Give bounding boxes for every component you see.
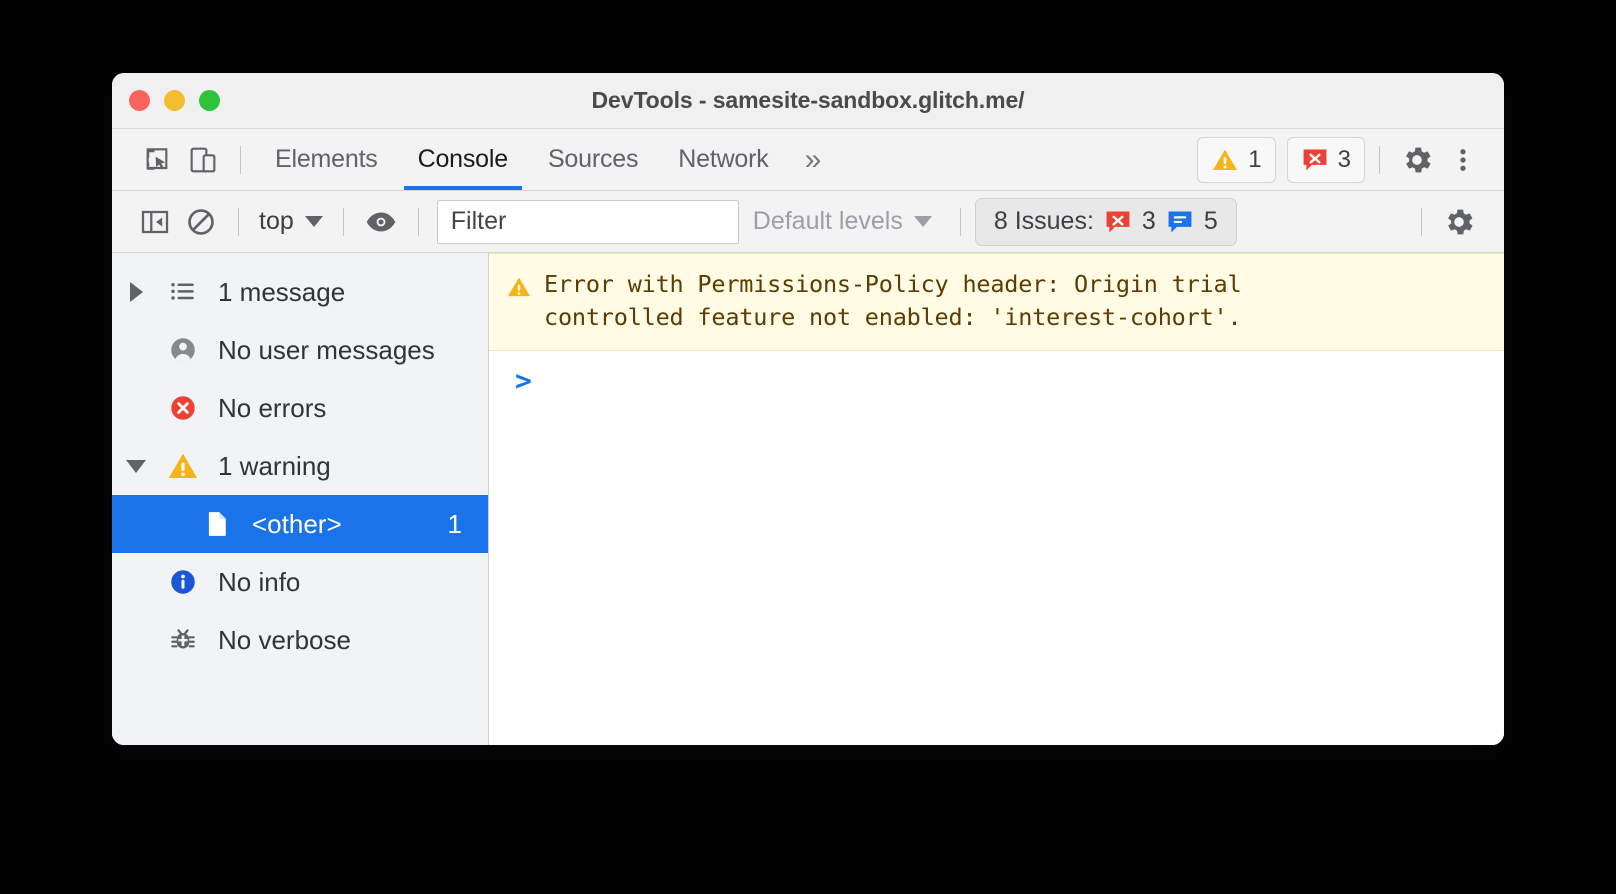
filter-placeholder-text: Filter <box>450 207 507 235</box>
issues-error-count: 3 <box>1141 207 1156 235</box>
kebab-menu-icon[interactable] <box>1440 137 1486 183</box>
expand-collapse-icon[interactable] <box>112 282 160 302</box>
window-title: DevTools - samesite-sandbox.glitch.me/ <box>591 87 1025 113</box>
sidebar-item-count: 1 <box>447 508 462 539</box>
filter-input[interactable]: Filter <box>436 199 739 244</box>
console-message-text: Error with Permissions-Policy header: Or… <box>544 270 1242 331</box>
gear-icon[interactable] <box>1436 199 1482 245</box>
warning-icon <box>160 450 206 482</box>
window-titlebar: DevTools - samesite-sandbox.glitch.me/ <box>112 73 1504 129</box>
console-filter-toolbar: top Filter Default levels 8 Issues: 3 5 <box>112 191 1504 253</box>
console-body: 1 message No user messages No errors 1 w… <box>112 253 1504 745</box>
tab-network[interactable]: Network <box>658 129 788 190</box>
console-message-area[interactable]: Error with Permissions-Policy header: Or… <box>489 253 1504 745</box>
prompt-chevron-icon: > <box>515 364 532 397</box>
warning-count-button[interactable]: 1 <box>1197 136 1276 183</box>
sidebar-item-user-messages[interactable]: No user messages <box>112 321 488 379</box>
tab-elements[interactable]: Elements <box>255 129 398 190</box>
devtools-window: DevTools - samesite-sandbox.glitch.me/ E… <box>112 73 1504 745</box>
issues-label: 8 Issues: <box>993 207 1094 235</box>
file-icon <box>194 509 240 539</box>
log-levels-value: Default levels <box>752 207 903 235</box>
sidebar-item-info[interactable]: No info <box>112 553 488 611</box>
close-window-button[interactable] <box>129 90 150 111</box>
minimize-window-button[interactable] <box>164 90 185 111</box>
gear-icon[interactable] <box>1394 137 1440 183</box>
filterbar-divider-2 <box>342 207 344 236</box>
sidebar-item-label: 1 message <box>218 276 346 307</box>
warning-icon <box>506 274 532 305</box>
console-warning-message[interactable]: Error with Permissions-Policy header: Or… <box>489 253 1504 351</box>
toolbar-divider <box>240 145 241 174</box>
sidebar-item-verbose[interactable]: No verbose <box>112 611 488 669</box>
error-count-button[interactable]: 3 <box>1286 136 1365 183</box>
screenshot-canvas: DevTools - samesite-sandbox.glitch.me/ E… <box>0 0 1616 894</box>
execution-context-selector[interactable]: top <box>253 207 329 236</box>
person-icon <box>160 335 206 365</box>
warning-count-value: 1 <box>1248 145 1262 173</box>
filterbar-divider-1 <box>238 207 239 236</box>
issues-info-count: 5 <box>1203 207 1218 235</box>
devtools-main-toolbar: Elements Console Sources Network » 1 3 <box>112 129 1504 191</box>
more-tabs-chevron-icon[interactable]: » <box>789 129 838 190</box>
filterbar-divider-4 <box>959 207 961 236</box>
sidebar-item-messages[interactable]: 1 message <box>112 263 488 321</box>
sidebar-item-label: No user messages <box>218 334 435 365</box>
sidebar-item-label: No errors <box>218 392 327 423</box>
eye-icon[interactable] <box>358 199 404 245</box>
console-sidebar-toggle-icon[interactable] <box>132 199 178 245</box>
tab-console[interactable]: Console <box>398 129 528 190</box>
sidebar-item-label: No verbose <box>218 624 351 655</box>
traffic-light-group <box>129 73 220 128</box>
execution-context-value: top <box>259 207 294 235</box>
clear-console-icon[interactable] <box>178 199 224 245</box>
sidebar-item-other[interactable]: <other> 1 <box>112 495 488 553</box>
chevron-down-icon <box>913 216 932 227</box>
info-issue-icon <box>1168 211 1192 232</box>
toolbar-right-group: 1 3 <box>1186 136 1504 183</box>
filterbar-right-group <box>1407 199 1504 245</box>
warning-icon <box>1213 149 1238 170</box>
tab-sources[interactable]: Sources <box>528 129 658 190</box>
sidebar-item-errors[interactable]: No errors <box>112 379 488 437</box>
error-icon <box>1303 149 1327 170</box>
bug-icon <box>160 625 206 655</box>
device-toolbar-icon[interactable] <box>180 137 226 183</box>
maximize-window-button[interactable] <box>199 90 220 111</box>
error-icon <box>160 393 206 423</box>
sidebar-item-warnings[interactable]: 1 warning <box>112 437 488 495</box>
chevron-down-icon <box>304 216 323 227</box>
list-icon <box>160 277 206 307</box>
info-icon <box>160 567 206 597</box>
filterbar-divider-5 <box>1421 207 1422 236</box>
console-sidebar: 1 message No user messages No errors 1 w… <box>112 253 489 745</box>
toolbar-divider-2 <box>1379 145 1380 174</box>
error-count-value: 3 <box>1337 145 1351 173</box>
error-icon <box>1106 211 1130 232</box>
inspect-element-icon[interactable] <box>134 137 180 183</box>
filterbar-divider-3 <box>417 207 419 236</box>
panel-tabs: Elements Console Sources Network » <box>255 129 837 190</box>
log-levels-selector[interactable]: Default levels <box>739 207 946 236</box>
sidebar-item-label: 1 warning <box>218 450 331 481</box>
expand-collapse-icon[interactable] <box>112 459 160 473</box>
console-prompt[interactable]: > <box>489 351 1504 395</box>
sidebar-item-label: <other> <box>252 508 342 539</box>
sidebar-item-label: No info <box>218 566 301 597</box>
issues-button[interactable]: 8 Issues: 3 5 <box>974 197 1237 246</box>
